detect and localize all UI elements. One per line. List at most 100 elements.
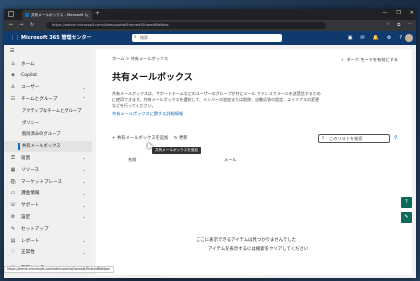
sidebar-item-1[interactable]: ◈ Copilot — [4, 70, 92, 81]
minimize-button[interactable]: — — [382, 10, 387, 16]
sidebar-item-10[interactable]: 🛍 マーケットプレース ⌄ — [4, 176, 92, 187]
sidebar-item-5[interactable]: ポリシー — [4, 117, 92, 128]
sidebar-item-label: マーケットプレース — [21, 179, 63, 185]
sidebar-item-13[interactable]: ⚙ 設定 ⌄ — [4, 211, 92, 222]
sidebar-item-4[interactable]: アクティブなチームとグループ — [4, 105, 92, 116]
back-icon[interactable]: ← — [9, 22, 13, 28]
sidebar-item-15[interactable]: ▤ レポート ⌄ — [4, 235, 92, 246]
notification-icon[interactable]: 🔔 — [373, 35, 379, 41]
global-search-placeholder: 検索 — [140, 35, 148, 40]
dark-mode-toggle[interactable]: ☾ ダーク モードを有効にする — [341, 57, 398, 63]
chevron-icon: ⌄ — [82, 84, 86, 90]
refresh-label: 更新 — [178, 136, 188, 141]
sidebar-item-8[interactable]: ⚿ 役割 ⌄ — [4, 152, 92, 163]
sidebar-item-14[interactable]: ✎ セットアップ — [4, 223, 92, 234]
sidebar-item-label: サポート — [21, 203, 40, 209]
sidebar-item-6[interactable]: 削除済みのグループ — [4, 129, 92, 140]
main-content: ホーム > 共有メールボックス ☾ ダーク モードを有効にする 共有メールボック… — [96, 49, 412, 275]
sidebar-item-3[interactable]: ☷ チームとグループ ⌃ — [4, 93, 92, 104]
sidebar-item-icon: ◈ — [11, 72, 15, 79]
sidebar-item-label: セットアップ — [21, 226, 49, 232]
sidebar-item-icon: ♡ — [10, 249, 16, 256]
sidebar-item-label: チームとグループ — [21, 96, 58, 102]
chevron-icon: ⌄ — [82, 202, 86, 208]
sidebar-item-label: アクティブなチームとグループ — [22, 108, 82, 114]
status-bar-url: https://admin.microsoft.com/adminportal/… — [4, 266, 114, 273]
sidebar-item-icon: ⚿ — [11, 154, 15, 161]
maximize-button[interactable]: ❐ — [396, 10, 400, 16]
favicon-icon — [25, 13, 29, 17]
sidebar-item-label: 役割 — [21, 155, 31, 161]
sidebar-item-label: 設定 — [21, 214, 31, 220]
learn-more-link[interactable]: 共有メールボックスに関する詳細情報 — [112, 111, 183, 117]
sidebar-item-9[interactable]: ▦ リソース ⌄ — [4, 164, 92, 175]
reload-icon[interactable]: ↻ — [30, 22, 34, 28]
sidebar-item-icon: ▤ — [10, 237, 16, 244]
hamburger-icon[interactable]: ☰ — [10, 48, 14, 54]
sidebar-item-label: レポート — [21, 238, 40, 244]
forward-icon[interactable]: → — [19, 22, 23, 28]
close-window-button[interactable]: ✕ — [410, 10, 414, 16]
feedback-button[interactable]: ✎ — [401, 212, 412, 223]
chevron-icon: ⌃ — [82, 96, 86, 102]
browser-toolbar-icons: ☆ ⧉ ⋯ — [386, 22, 412, 28]
page-description: 共有メールボックスは、サポートチームなどのユーザーのグループが共にメール アドレ… — [112, 91, 321, 108]
add-shared-mailbox-button[interactable]: + 共有メールボックスを追加 — [112, 135, 168, 141]
column-header-name[interactable]: 名前 — [128, 157, 136, 163]
left-navigation: ☰ ⌂ ホーム ◈ Copilot ♙ ユーザー ⌄ ☷ チームとグループ ⌃ アクティブなチームと… — [4, 45, 92, 278]
avatar[interactable] — [405, 34, 413, 42]
collections-icon[interactable]: ⧉ — [397, 22, 400, 28]
help-icon[interactable]: ? — [399, 35, 402, 41]
header-icons: ▣ ✉ 🔔 ⚙ ? — [348, 35, 402, 41]
sidebar-item-icon: 🛍 — [9, 178, 17, 185]
extensions-icon[interactable]: ⋯ — [408, 22, 413, 28]
empty-state-hint: アイテムを表示するには検索をクリアしてください — [208, 247, 309, 252]
browser-tab-strip: 共有メールボックス - Microsoft 365 ... ✕ + — ❐ ✕ — [4, 9, 416, 20]
sidebar-item-label: ユーザー — [21, 85, 40, 91]
search-icon: ⌕ — [134, 35, 137, 40]
tooltip: 共有メールボックスを追加 — [152, 147, 202, 154]
sidebar-item-16[interactable]: ♡ 正常性 ⌄ — [4, 247, 92, 258]
address-bar-row: ← → ↻ https://admin.microsoft.com/Adminp… — [4, 20, 416, 31]
sidebar-item-12[interactable]: ☏ サポート ⌄ — [4, 200, 92, 211]
sidebar-item-7[interactable]: 共有メールボックス — [4, 140, 92, 152]
tab-actions-icon[interactable] — [8, 11, 14, 17]
tab-close-icon[interactable]: ✕ — [86, 13, 89, 18]
sidebar-item-label: 削除済みのグループ — [22, 132, 61, 138]
column-header-email[interactable]: メール — [224, 157, 237, 163]
app-title[interactable]: Microsoft 365 管理センター — [21, 34, 91, 41]
sidebar-item-2[interactable]: ♙ ユーザー ⌄ — [4, 82, 92, 93]
refresh-button[interactable]: ↻ 更新 — [174, 135, 188, 141]
sidebar-item-icon: ▭ — [10, 190, 16, 197]
mail-icon[interactable]: ✉ — [360, 35, 364, 41]
global-search-input[interactable]: ⌕ 検索 — [132, 34, 282, 42]
favorite-star-icon[interactable]: ☆ — [386, 22, 390, 28]
help-assistant-button[interactable]: ? — [401, 197, 412, 208]
sidebar-item-icon: ⌂ — [11, 60, 15, 67]
settings-icon[interactable]: ⚙ — [387, 35, 391, 41]
page-title: 共有メールボックス — [112, 73, 193, 83]
sidebar-item-label: 正常性 — [21, 250, 35, 256]
breadcrumb[interactable]: ホーム > 共有メールボックス — [112, 56, 168, 62]
sidebar-item-icon: ☏ — [9, 202, 17, 209]
sidebar-item-11[interactable]: ▭ 課金情報 ⌄ — [4, 188, 92, 199]
sidebar-item-icon: ✎ — [10, 225, 16, 232]
new-tab-button[interactable]: + — [95, 10, 100, 17]
url-input[interactable]: https://admin.microsoft.com/Adminportal/… — [46, 22, 326, 29]
chevron-icon: ⌄ — [82, 190, 86, 196]
chevron-icon: ⌄ — [82, 214, 86, 220]
list-search-input[interactable]: ⌕ このリストを検索 — [318, 134, 390, 143]
sidebar-item-label: Copilot — [21, 72, 38, 78]
sidebar-item-0[interactable]: ⌂ ホーム — [4, 58, 92, 69]
window-controls: — ❐ ✕ — [382, 10, 414, 16]
chevron-icon: ⌄ — [82, 249, 86, 255]
sidebar-item-label: 共有メールボックス — [22, 144, 61, 150]
sidebar-item-label: ポリシー — [22, 120, 40, 126]
chevron-icon: ⌄ — [82, 238, 86, 243]
chevron-icon: ⌄ — [82, 155, 86, 161]
browser-tab[interactable]: 共有メールボックス - Microsoft 365 ... ✕ — [22, 10, 92, 20]
sidebar-item-icon: ☷ — [10, 95, 16, 102]
filter-icon[interactable]: ⚲ — [394, 135, 398, 141]
chevron-icon: ⌄ — [82, 167, 86, 173]
terminal-icon[interactable]: ▣ — [348, 35, 353, 41]
